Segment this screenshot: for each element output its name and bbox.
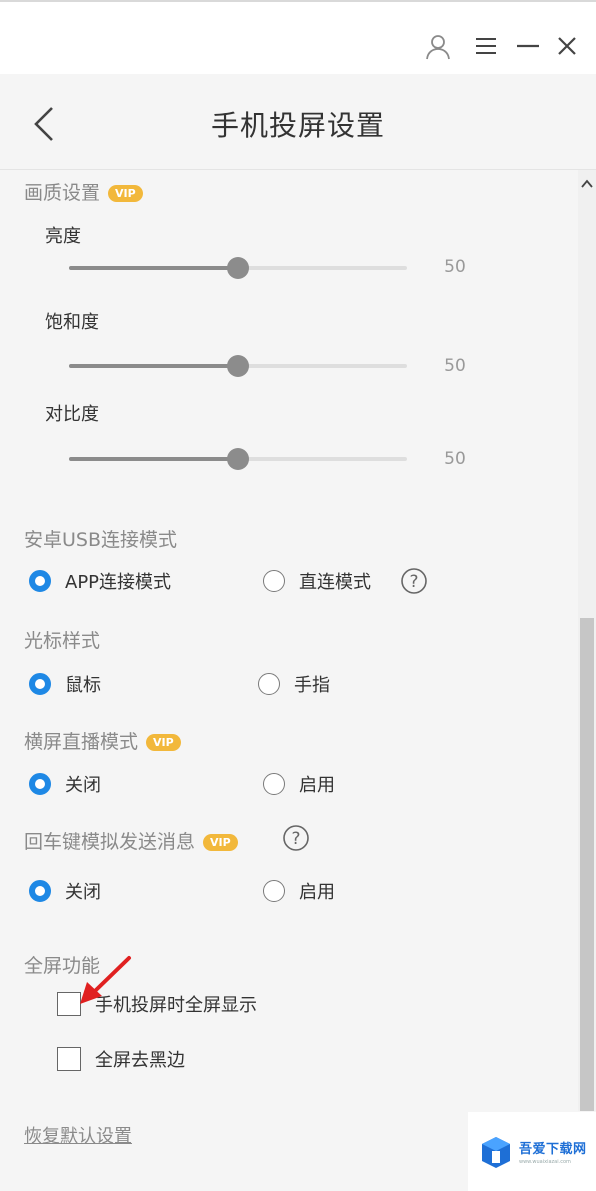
user-icon[interactable] (424, 32, 452, 60)
help-icon[interactable]: ? (400, 567, 428, 595)
checkbox-label: 全屏去黑边 (95, 1050, 185, 1071)
brightness-label: 亮度 (45, 226, 81, 247)
slider-fill (69, 364, 238, 368)
radio-label: 关闭 (65, 882, 101, 903)
radio-circle (29, 880, 51, 902)
section-title-text: 回车键模拟发送消息 (24, 831, 196, 853)
section-cursor-style: 光标样式 (24, 630, 101, 652)
svg-text:?: ? (409, 572, 418, 592)
radio-label: 鼠标 (65, 675, 101, 696)
radio-cursor-finger[interactable]: 手指 (258, 670, 330, 698)
radio-circle (29, 673, 51, 695)
saturation-slider[interactable] (69, 355, 407, 377)
checkbox-fullscreen-display[interactable]: 手机投屏时全屏显示 (57, 991, 257, 1017)
scrollbar[interactable] (578, 170, 596, 1111)
saturation-label: 饱和度 (45, 312, 99, 333)
radio-label: 启用 (299, 882, 335, 903)
section-title-text: 横屏直播模式 (24, 731, 139, 753)
radio-direct-mode[interactable]: 直连模式 (263, 567, 371, 595)
checkbox-remove-black-border[interactable]: 全屏去黑边 (57, 1046, 185, 1072)
radio-enter-off[interactable]: 关闭 (29, 877, 101, 905)
radio-circle (263, 570, 285, 592)
slider-fill (69, 266, 238, 270)
radio-label: 直连模式 (299, 572, 371, 593)
saturation-value: 50 (444, 356, 466, 376)
radio-circle (29, 570, 51, 592)
reset-defaults-link[interactable]: 恢复默认设置 (24, 1122, 132, 1148)
radio-circle (29, 773, 51, 795)
radio-label: APP连接模式 (65, 572, 172, 593)
checkbox-box (57, 1047, 81, 1071)
watermark: 吾爱下载网 www.wuaixiazai.com (468, 1112, 596, 1191)
scroll-thumb[interactable] (580, 618, 594, 1111)
section-landscape-live: 横屏直播模式 VIP (24, 727, 181, 754)
vip-badge: VIP (146, 734, 181, 751)
section-title-text: 画质设置 (24, 182, 101, 204)
help-icon[interactable]: ? (282, 824, 310, 852)
checkbox-box (57, 992, 81, 1016)
vip-badge: VIP (203, 834, 238, 851)
vip-badge: VIP (108, 185, 143, 202)
radio-landscape-off[interactable]: 关闭 (29, 770, 101, 798)
section-enter-key: 回车键模拟发送消息 VIP (24, 827, 238, 854)
contrast-label: 对比度 (45, 404, 99, 425)
slider-fill (69, 457, 238, 461)
radio-landscape-on[interactable]: 启用 (263, 770, 335, 798)
radio-label: 关闭 (65, 775, 101, 796)
minimize-icon[interactable] (514, 32, 542, 60)
slider-handle[interactable] (227, 257, 249, 279)
brightness-slider[interactable] (69, 257, 407, 279)
page-title: 手机投屏设置 (210, 109, 385, 142)
menu-icon[interactable] (472, 32, 500, 60)
close-icon[interactable] (553, 32, 581, 60)
section-fullscreen: 全屏功能 (24, 955, 101, 977)
radio-label: 启用 (299, 775, 335, 796)
slider-handle[interactable] (227, 355, 249, 377)
checkbox-label: 手机投屏时全屏显示 (95, 995, 257, 1016)
section-picture-quality: 画质设置 VIP (24, 178, 143, 205)
radio-label: 手指 (294, 675, 330, 696)
brightness-value: 50 (444, 257, 466, 277)
slider-handle[interactable] (227, 448, 249, 470)
radio-circle (258, 673, 280, 695)
radio-circle (263, 880, 285, 902)
contrast-slider[interactable] (69, 448, 407, 470)
title-bar (0, 0, 596, 74)
scroll-up-icon[interactable] (579, 176, 595, 192)
contrast-value: 50 (444, 449, 466, 469)
section-usb-mode: 安卓USB连接模式 (24, 529, 178, 551)
radio-cursor-mouse[interactable]: 鼠标 (29, 670, 101, 698)
watermark-name: 吾爱下载网 (519, 1142, 587, 1157)
svg-text:?: ? (291, 829, 300, 849)
watermark-logo-icon (482, 1136, 510, 1168)
radio-enter-on[interactable]: 启用 (263, 877, 335, 905)
radio-circle (263, 773, 285, 795)
watermark-text: 吾爱下载网 www.wuaixiazai.com (519, 1138, 587, 1165)
watermark-url: www.wuaixiazai.com (519, 1159, 571, 1165)
radio-app-mode[interactable]: APP连接模式 (29, 567, 171, 595)
page-header: 手机投屏设置 (0, 74, 596, 170)
